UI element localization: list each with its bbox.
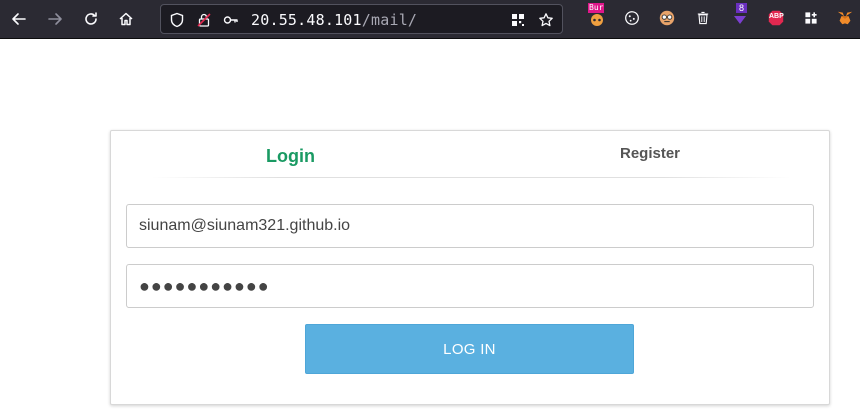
password-value: ●●●●●●●●●●●: [139, 275, 270, 296]
url-text[interactable]: 20.55.48.101/mail/: [251, 11, 417, 29]
download-extension-icon[interactable]: 8: [730, 3, 750, 28]
reload-icon: [85, 12, 97, 25]
login-button[interactable]: LOG IN: [305, 324, 634, 374]
reload-button[interactable]: [80, 8, 102, 30]
trash-icon[interactable]: [693, 8, 713, 28]
extensions-puzzle-icon[interactable]: [801, 8, 821, 28]
tracking-shield-icon[interactable]: [169, 12, 185, 28]
home-button[interactable]: [115, 8, 137, 30]
tab-divider: [151, 177, 791, 178]
avatar-extension-icon[interactable]: [657, 8, 677, 28]
url-path: /mail/: [361, 11, 418, 29]
back-button[interactable]: [8, 8, 30, 30]
bookmark-star-icon[interactable]: [538, 12, 554, 28]
forward-button[interactable]: [44, 8, 66, 30]
qr-code-icon[interactable]: [510, 12, 526, 28]
home-icon: [119, 12, 133, 26]
arrow-right-icon: [48, 13, 62, 25]
insecure-lock-icon[interactable]: [196, 12, 212, 28]
url-host: 20.55.48.101: [251, 11, 362, 29]
adblock-badge: ABP: [769, 13, 784, 20]
browser-toolbar: 20.55.48.101/mail/ Bur 8 ABP: [0, 0, 860, 39]
password-field[interactable]: ●●●●●●●●●●●: [126, 264, 814, 308]
adblock-icon[interactable]: ABP: [766, 8, 786, 28]
arrow-left-icon: [12, 13, 26, 25]
tab-register[interactable]: Register: [620, 145, 680, 162]
burp-extension-icon[interactable]: Bur: [587, 3, 607, 28]
key-icon[interactable]: [223, 12, 239, 28]
login-card: Login Register siunam@siunam321.github.i…: [110, 130, 830, 405]
email-field[interactable]: siunam@siunam321.github.io: [126, 204, 814, 248]
metamask-fox-icon[interactable]: [835, 8, 855, 28]
burp-badge: Bur: [588, 3, 605, 13]
email-value: siunam@siunam321.github.io: [139, 217, 351, 234]
tab-login[interactable]: Login: [266, 146, 315, 167]
url-bar[interactable]: 20.55.48.101/mail/: [160, 4, 563, 34]
cookie-icon[interactable]: [622, 8, 642, 28]
download-badge: 8: [736, 3, 748, 13]
